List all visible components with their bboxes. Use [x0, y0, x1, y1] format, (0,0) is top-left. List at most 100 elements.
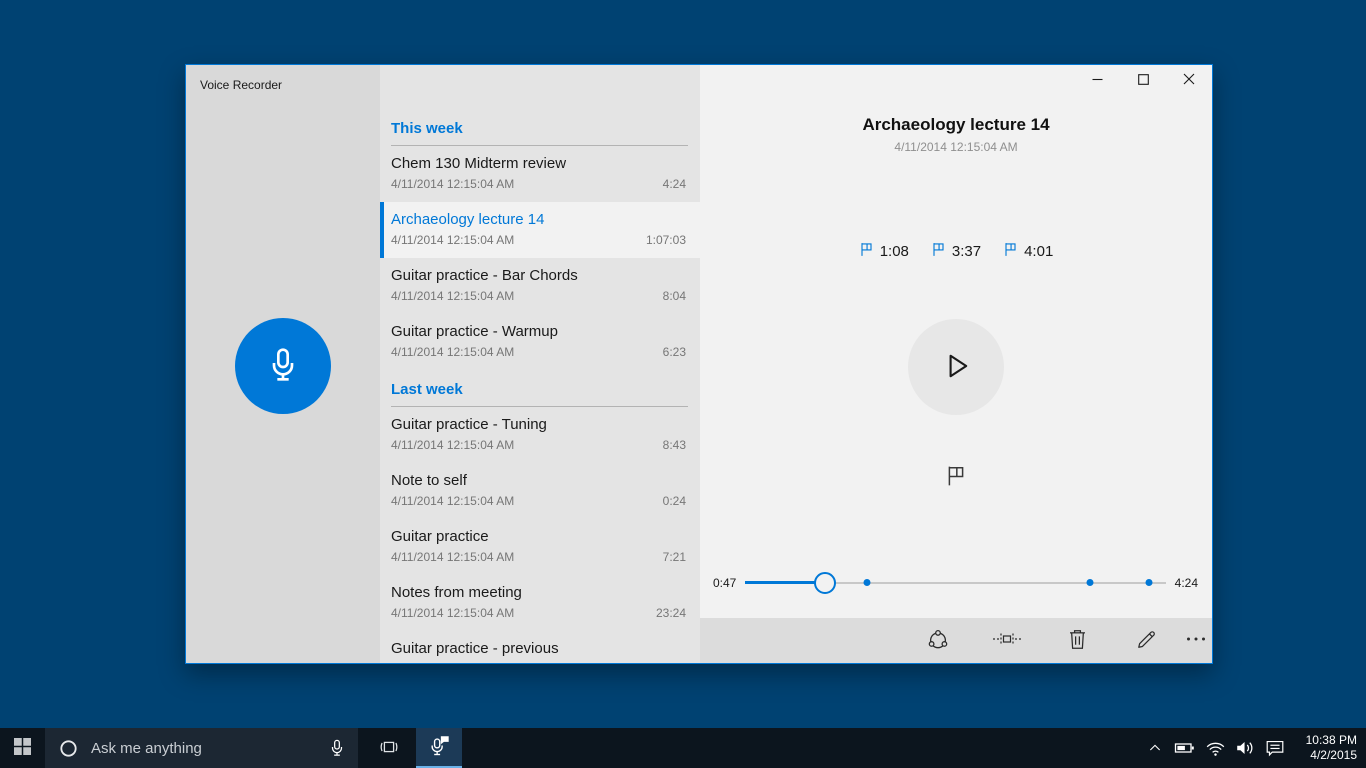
minimize-button[interactable] [1074, 65, 1120, 95]
search-mic-icon[interactable] [327, 738, 347, 758]
action-center-icon[interactable] [1260, 728, 1290, 768]
window-title: Voice Recorder [200, 78, 283, 92]
slider-thumb[interactable] [814, 572, 837, 594]
maximize-icon [1137, 73, 1149, 88]
sidebar: Voice Recorder [186, 65, 380, 663]
recording-title: Guitar practice - previous [391, 640, 559, 657]
recording-row[interactable]: Guitar practice - Warmup 4/11/2014 12:15… [380, 314, 700, 370]
pencil-icon [1134, 627, 1159, 655]
ellipsis-icon [1184, 627, 1208, 654]
recording-title: Guitar practice - Tuning [391, 416, 547, 433]
share-icon [925, 626, 951, 655]
slider-track[interactable] [745, 570, 1166, 596]
recording-row-selected[interactable]: Archaeology lecture 14 4/11/2014 12:15:0… [380, 202, 700, 258]
recording-row[interactable]: Guitar practice - previous [380, 631, 700, 663]
recording-date: 4/11/2014 12:15:04 AM [391, 550, 515, 564]
playback-slider-row: 0:47 4:24 [713, 570, 1198, 596]
system-tray: 10:38 PM 4/2/2015 [1140, 728, 1366, 768]
recording-duration: 23:24 [655, 606, 686, 620]
task-view-icon [378, 736, 400, 761]
recording-row[interactable]: Notes from meeting 4/11/2014 12:15:04 AM… [380, 575, 700, 631]
trim-icon [992, 627, 1022, 654]
play-icon [938, 348, 974, 387]
section-header-last-week: Last week [391, 381, 463, 398]
flag-time: 4:01 [1024, 243, 1054, 260]
taskbar-clock[interactable]: 10:38 PM 4/2/2015 [1290, 733, 1366, 763]
add-flag-button[interactable] [934, 459, 978, 495]
windows-logo-icon [14, 738, 31, 758]
record-button[interactable] [235, 318, 331, 414]
recording-date: 4/11/2014 12:15:04 AM [391, 345, 515, 359]
taskbar: Ask me anything 10:38 PM 4/2/2015 [0, 728, 1366, 768]
recording-title: Notes from meeting [391, 584, 522, 601]
recording-date: 4/11/2014 12:15:04 AM [391, 289, 515, 303]
tray-chevron-up-icon[interactable] [1140, 728, 1170, 768]
close-button[interactable] [1166, 65, 1212, 95]
flag-icon [1003, 242, 1018, 261]
recording-row[interactable]: Chem 130 Midterm review 4/11/2014 12:15:… [380, 146, 700, 202]
flag-time: 3:37 [951, 243, 982, 260]
section-header-this-week: This week [391, 120, 463, 137]
flag-icon [945, 465, 967, 490]
recordings-list: This week Chem 130 Midterm review 4/11/2… [380, 65, 700, 663]
wifi-icon[interactable] [1200, 728, 1230, 768]
start-button[interactable] [0, 728, 45, 768]
minimize-icon [1092, 73, 1103, 88]
search-box[interactable]: Ask me anything [45, 728, 358, 768]
flag-markers-row: 1:08 3:37 4:01 [700, 242, 1212, 261]
voice-recorder-window: Voice Recorder This week Chem 130 Midter… [185, 64, 1213, 664]
recording-duration: 4:24 [662, 177, 686, 191]
slider-flag-marker [1086, 579, 1094, 586]
battery-icon[interactable] [1170, 728, 1200, 768]
recording-title: Chem 130 Midterm review [391, 155, 567, 172]
clock-date: 4/2/2015 [1310, 748, 1357, 762]
player-date: 4/11/2014 12:15:04 AM [894, 140, 1018, 154]
total-time-label: 4:24 [1174, 576, 1198, 590]
volume-icon[interactable] [1230, 728, 1260, 768]
recording-date: 4/11/2014 12:15:04 AM [391, 494, 515, 508]
desktop: Voice Recorder This week Chem 130 Midter… [0, 0, 1366, 768]
clock-time: 10:38 PM [1305, 733, 1357, 747]
player-title: Archaeology lecture 14 [862, 115, 1050, 134]
recording-date: 4/11/2014 12:15:04 AM [391, 233, 515, 247]
current-time-label: 0:47 [713, 576, 737, 590]
flag-icon [931, 242, 946, 261]
maximize-button[interactable] [1120, 65, 1166, 95]
recording-title: Archaeology lecture 14 [391, 211, 545, 228]
play-button[interactable] [908, 319, 1004, 415]
recording-title: Guitar practice - Warmup [391, 323, 558, 340]
recording-row[interactable]: Guitar practice 4/11/2014 12:15:04 AM 7:… [380, 519, 700, 575]
recording-row[interactable]: Note to self 4/11/2014 12:15:04 AM 0:24 [380, 463, 700, 519]
task-view-button[interactable] [368, 728, 410, 768]
slider-flag-marker [1145, 579, 1153, 586]
recording-row[interactable]: Guitar practice - Bar Chords 4/11/2014 1… [380, 258, 700, 314]
flag-marker-chip[interactable]: 4:01 [1003, 242, 1053, 261]
recording-duration: 0:24 [662, 494, 686, 508]
recording-duration: 1:07:03 [645, 233, 686, 247]
see-more-button[interactable] [1176, 618, 1212, 663]
microphone-icon [263, 345, 303, 388]
recording-duration: 7:21 [662, 550, 686, 564]
flag-marker-chip[interactable]: 1:08 [859, 242, 909, 261]
recording-title: Note to self [391, 472, 467, 489]
flag-marker-chip[interactable]: 3:37 [931, 242, 981, 261]
delete-button[interactable] [1057, 618, 1097, 663]
recording-duration: 6:23 [662, 345, 686, 359]
player-panel: Archaeology lecture 14 4/11/2014 12:15:0… [700, 65, 1212, 663]
trim-button[interactable] [987, 618, 1027, 663]
trash-icon [1065, 627, 1090, 655]
close-icon [1183, 73, 1195, 88]
player-toolbar [700, 618, 1212, 663]
window-controls [1074, 65, 1212, 95]
slider-flag-marker [863, 579, 871, 586]
voice-recorder-app-icon [427, 734, 451, 761]
share-button[interactable] [918, 618, 958, 663]
recording-row[interactable]: Guitar practice - Tuning 4/11/2014 12:15… [380, 407, 700, 463]
flag-icon [859, 242, 874, 261]
rename-button[interactable] [1126, 618, 1166, 663]
recording-title: Guitar practice - Bar Chords [391, 267, 578, 284]
recording-title: Guitar practice [391, 528, 489, 545]
recording-duration: 8:04 [662, 289, 686, 303]
taskbar-voice-recorder-button[interactable] [416, 728, 462, 768]
flag-time: 1:08 [879, 243, 909, 260]
